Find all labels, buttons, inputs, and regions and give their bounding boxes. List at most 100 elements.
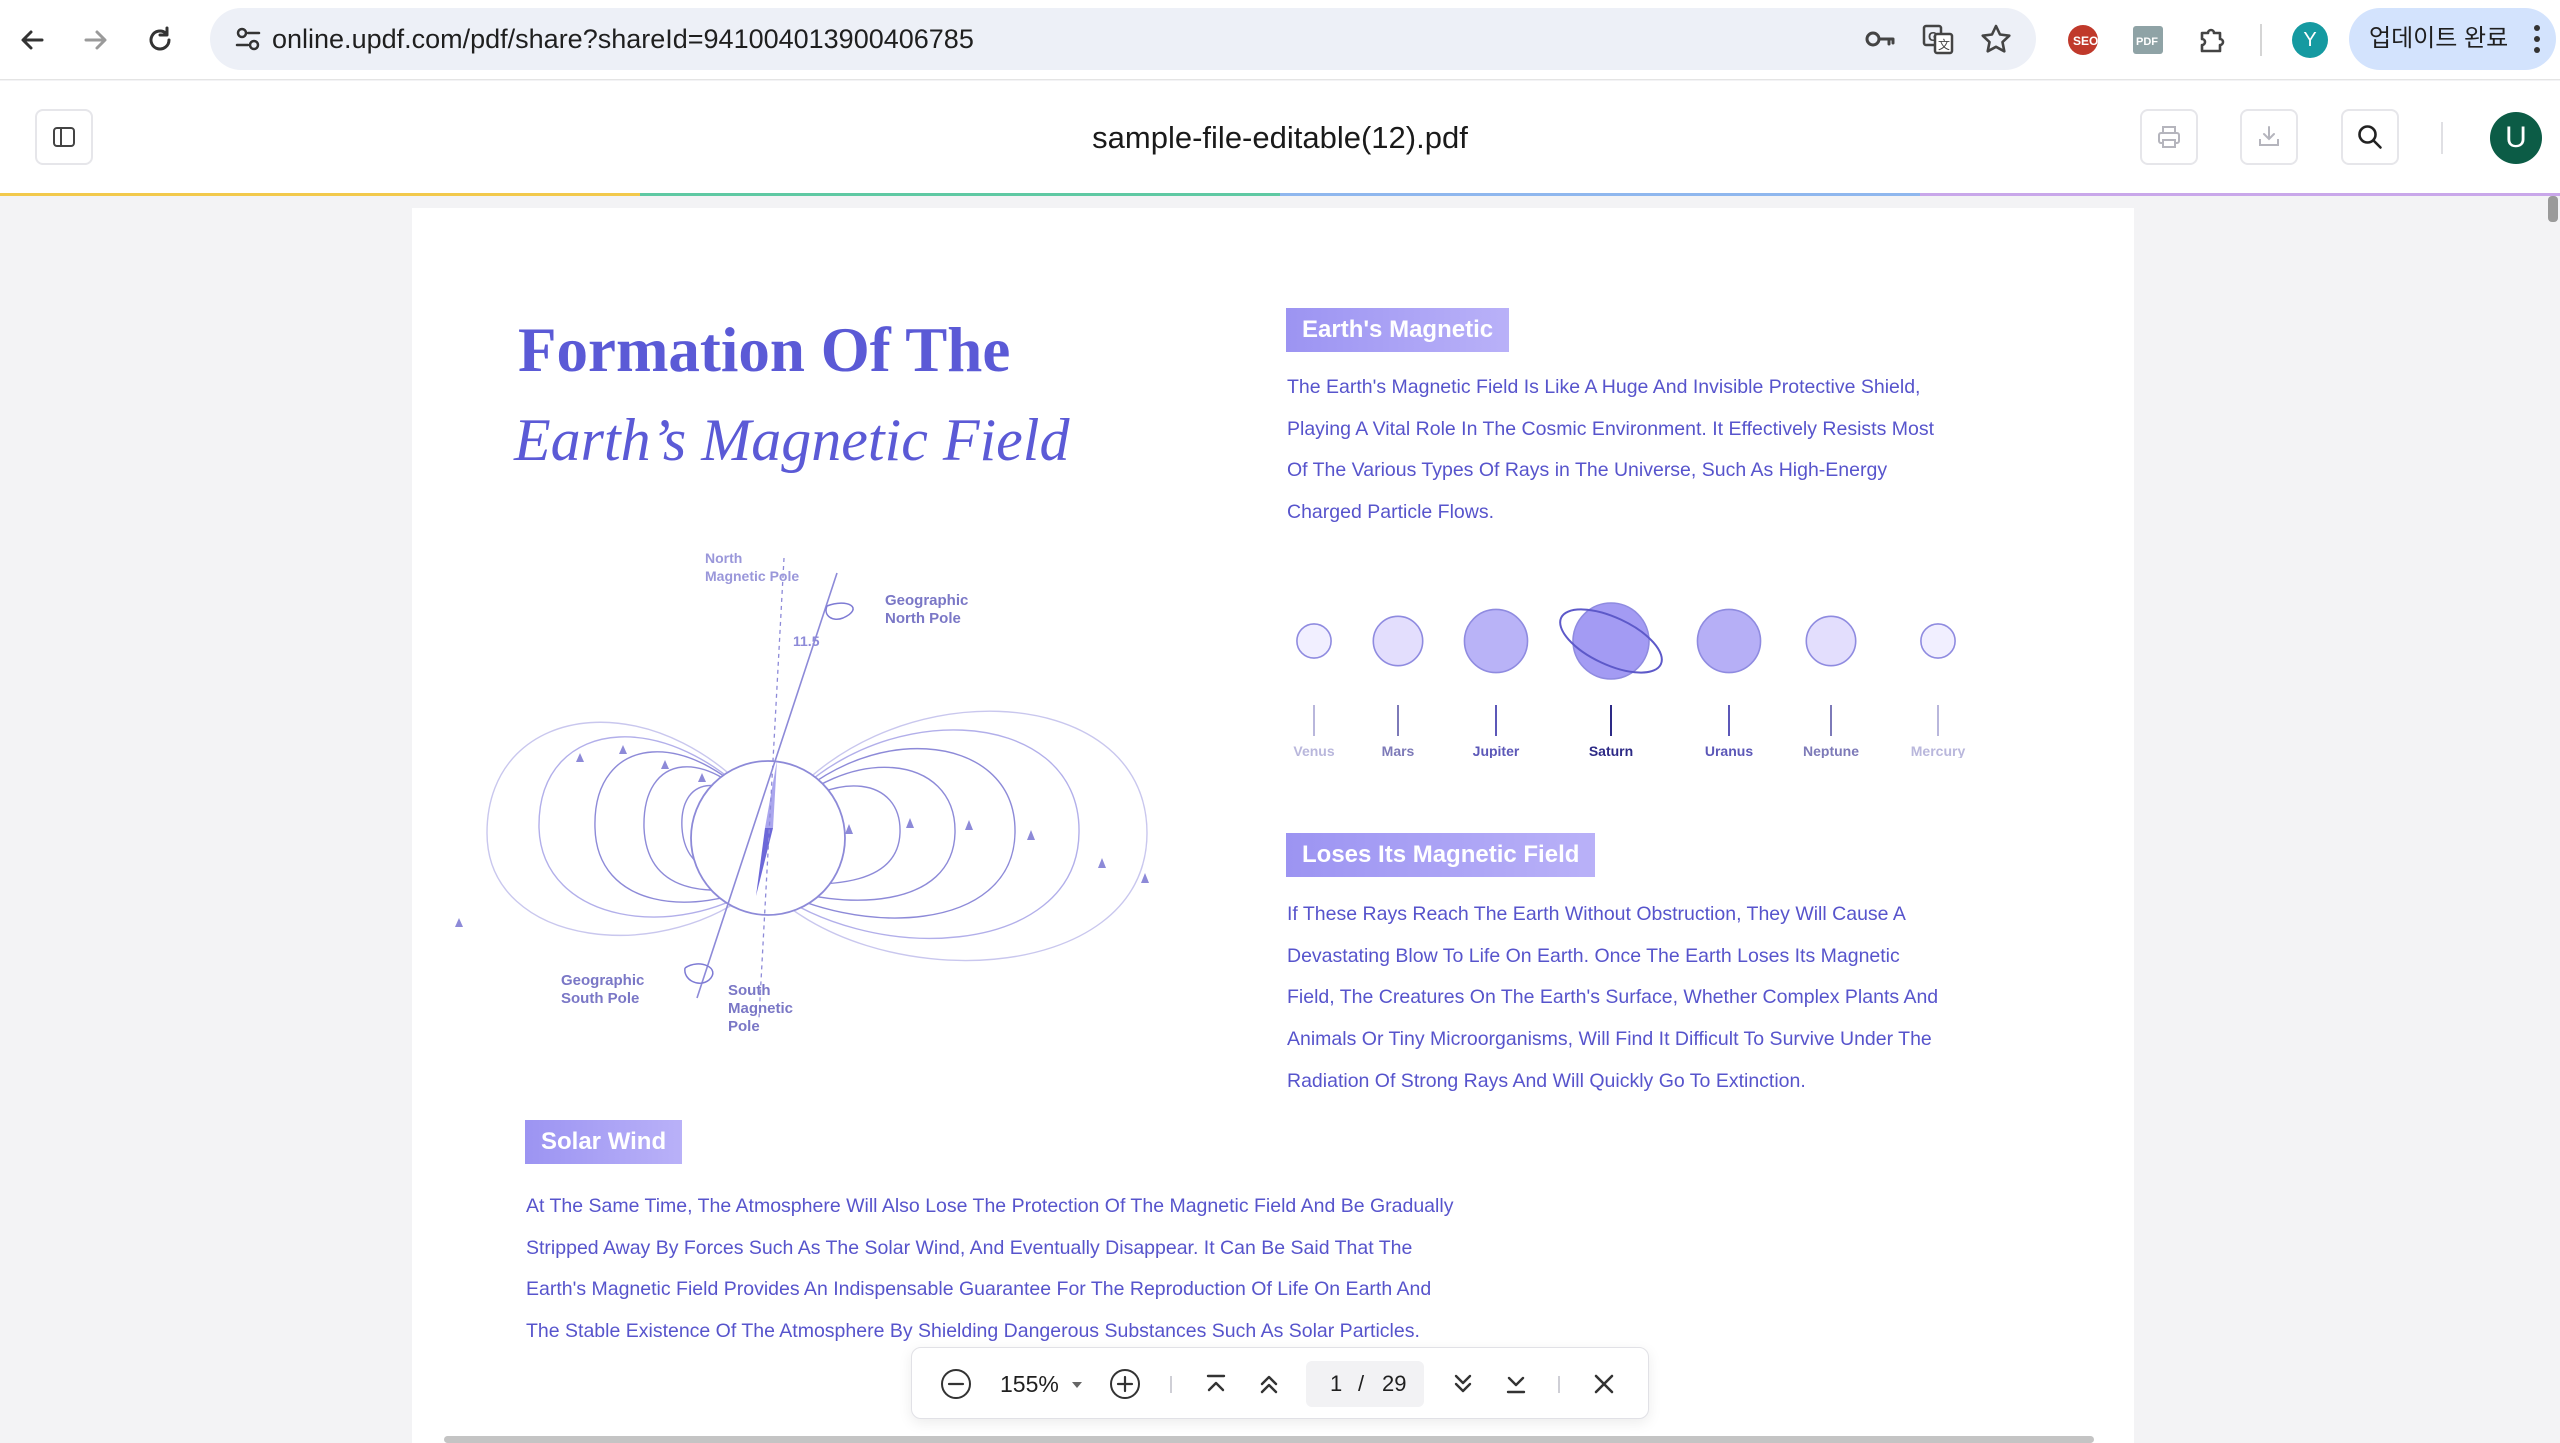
printer-icon: [2158, 126, 2180, 148]
geographic-south-pole-label-2: South Pole: [561, 990, 639, 1007]
more-menu-icon[interactable]: [2532, 23, 2542, 55]
planet-label: Mars: [1382, 743, 1415, 758]
paragraph-line: Playing A Vital Role In The Cosmic Envir…: [1287, 417, 1935, 440]
viewer-header: sample-file-editable(12).pdf U: [0, 81, 2560, 194]
page-separator: /: [1358, 1371, 1365, 1396]
bookmark-button[interactable]: [1974, 17, 2018, 61]
update-label: 업데이트 완료: [2369, 25, 2509, 52]
translate-button[interactable]: G文: [1916, 17, 1960, 61]
first-page-button[interactable]: [1198, 1366, 1234, 1402]
south-magnetic-pole-label-2: Magnetic: [728, 1000, 793, 1017]
loses-magnetic-field-paragraph: If These Rays Reach The Earth Without Ob…: [1287, 894, 1938, 1103]
page-navigation-bar: 155% 1 / 29: [911, 1347, 1649, 1419]
vertical-scrollbar-thumb[interactable]: [2548, 196, 2558, 222]
header-separator: [2441, 122, 2443, 154]
bookmark-star-icon: [1981, 24, 2011, 53]
profile-avatar[interactable]: Y: [2292, 22, 2328, 58]
planets-row: Venus Mars Jupiter Saturn Uranus Neptune Mercu…: [1293, 602, 1966, 758]
arrow-right-icon: [84, 30, 107, 50]
address-bar[interactable]: online.updf.com/pdf/share?shareId=941004…: [210, 8, 2036, 70]
svg-text:SEO: SEO: [2073, 34, 2098, 48]
geographic-north-pole-label-2: North Pole: [885, 610, 961, 627]
paragraph-line: If These Rays Reach The Earth Without Ob…: [1287, 903, 1906, 925]
page-number-box[interactable]: 1 / 29: [1306, 1361, 1424, 1407]
forward-button[interactable]: [72, 16, 120, 64]
zoom-in-button[interactable]: [1107, 1366, 1143, 1402]
south-magnetic-pole-label-1: South: [728, 982, 771, 999]
reload-icon: [149, 26, 171, 51]
tune-icon: [235, 27, 261, 51]
zoom-level[interactable]: 155%: [1000, 1348, 1059, 1420]
paragraph-line: Animals Or Tiny Microorganisms, Will Fin…: [1287, 1028, 1932, 1051]
north-magnetic-pole-label-1: North: [705, 550, 742, 566]
pdf-page: Formation Of The Earth’s Magnetic Field: [412, 208, 2134, 1443]
planet-label: Mercury: [1911, 743, 1966, 758]
double-chevron-down-icon: [1454, 1374, 1472, 1393]
download-button[interactable]: [2240, 109, 2298, 165]
solar-wind-heading: Solar Wind: [525, 1120, 683, 1164]
nav-separator: [1170, 1376, 1172, 1393]
last-page-button[interactable]: [1498, 1366, 1534, 1402]
close-toolbar-button[interactable]: [1586, 1366, 1622, 1402]
extensions-button[interactable]: [2191, 18, 2235, 62]
paragraph-line: Devastating Blow To Life On Earth. Once …: [1287, 944, 1900, 967]
toolbar-separator: [2260, 24, 2262, 56]
zoom-in-icon: [1110, 1369, 1140, 1399]
planet-venus: [1296, 623, 1332, 659]
loses-magnetic-field-heading: Loses Its Magnetic Field: [1286, 833, 1596, 877]
first-page-icon: [1206, 1374, 1226, 1392]
seo-extension-icon: SEO: [2068, 25, 2098, 55]
planet-uranus: [1696, 608, 1762, 674]
back-button[interactable]: [8, 16, 56, 64]
planet-mercury: [1920, 623, 1956, 659]
search-icon: [2358, 125, 2382, 149]
paragraph-line: The Earth's Magnetic Field Is Like A Hug…: [1287, 376, 1921, 398]
seo-extension-button[interactable]: SEO: [2061, 18, 2105, 62]
search-button[interactable]: [2341, 109, 2399, 165]
earths-magnetic-paragraph: The Earth's Magnetic Field Is Like A Hug…: [1287, 367, 1934, 534]
pdf-extension-icon: PDF: [2133, 26, 2163, 54]
current-page-number[interactable]: 1: [1330, 1361, 1342, 1407]
previous-page-button[interactable]: [1251, 1366, 1287, 1402]
earths-magnetic-heading: Earth's Magnetic: [1286, 308, 1510, 352]
pdf-viewer-area[interactable]: Formation Of The Earth’s Magnetic Field: [0, 196, 2560, 1443]
update-button[interactable]: 업데이트 완료: [2349, 8, 2556, 70]
planet-label: Uranus: [1705, 743, 1753, 758]
arrow-left-icon: [21, 30, 44, 50]
paragraph-line: At The Same Time, The Atmosphere Will Al…: [526, 1195, 1454, 1217]
page-title-line-1: Formation Of The: [518, 315, 1011, 385]
download-icon: [2259, 126, 2279, 146]
url-text[interactable]: online.updf.com/pdf/share?shareId=941004…: [272, 8, 974, 70]
geographic-south-pole-label-1: Geographic: [561, 972, 644, 989]
total-pages: 29: [1382, 1371, 1407, 1396]
zoom-out-icon: [941, 1369, 971, 1399]
close-icon: [1594, 1374, 1614, 1394]
horizontal-scrollbar[interactable]: [444, 1436, 2094, 1443]
planet-label: Jupiter: [1473, 743, 1520, 758]
translate-icon: G文: [1922, 24, 1954, 55]
north-magnetic-pole-label-2: Magnetic Pole: [705, 568, 799, 584]
chevron-down-icon[interactable]: [1072, 1382, 1082, 1388]
svg-text:PDF: PDF: [2136, 36, 2158, 48]
last-page-icon: [1506, 1376, 1526, 1394]
planet-jupiter: [1463, 608, 1529, 674]
planet-neptune: [1805, 615, 1857, 667]
site-info-button[interactable]: [224, 15, 272, 63]
pdf-extension-button[interactable]: PDF: [2126, 18, 2170, 62]
page-title-line-2: Earth’s Magnetic Field: [514, 407, 1070, 473]
south-magnetic-pole-label-3: Pole: [728, 1018, 760, 1035]
paragraph-line: Field, The Creatures On The Earth's Surf…: [1287, 986, 1939, 1009]
paragraph-line: Of The Various Types Of Rays in The Univ…: [1287, 459, 1888, 482]
planet-label: Neptune: [1803, 743, 1859, 758]
next-page-button[interactable]: [1445, 1366, 1481, 1402]
reload-button[interactable]: [136, 16, 184, 64]
zoom-out-button[interactable]: [938, 1366, 974, 1402]
user-avatar[interactable]: U: [2490, 112, 2542, 164]
solar-wind-paragraph: At The Same Time, The Atmosphere Will Al…: [526, 1186, 1453, 1353]
extensions-puzzle-icon: [2200, 28, 2225, 53]
svg-text:文: 文: [1938, 37, 1950, 52]
magnetic-field-diagram: North Magnetic Pole Geographic North Pol…: [455, 550, 1149, 1035]
password-key-button[interactable]: [1858, 17, 1902, 61]
planet-label: Venus: [1293, 743, 1334, 758]
print-button[interactable]: [2140, 109, 2198, 165]
